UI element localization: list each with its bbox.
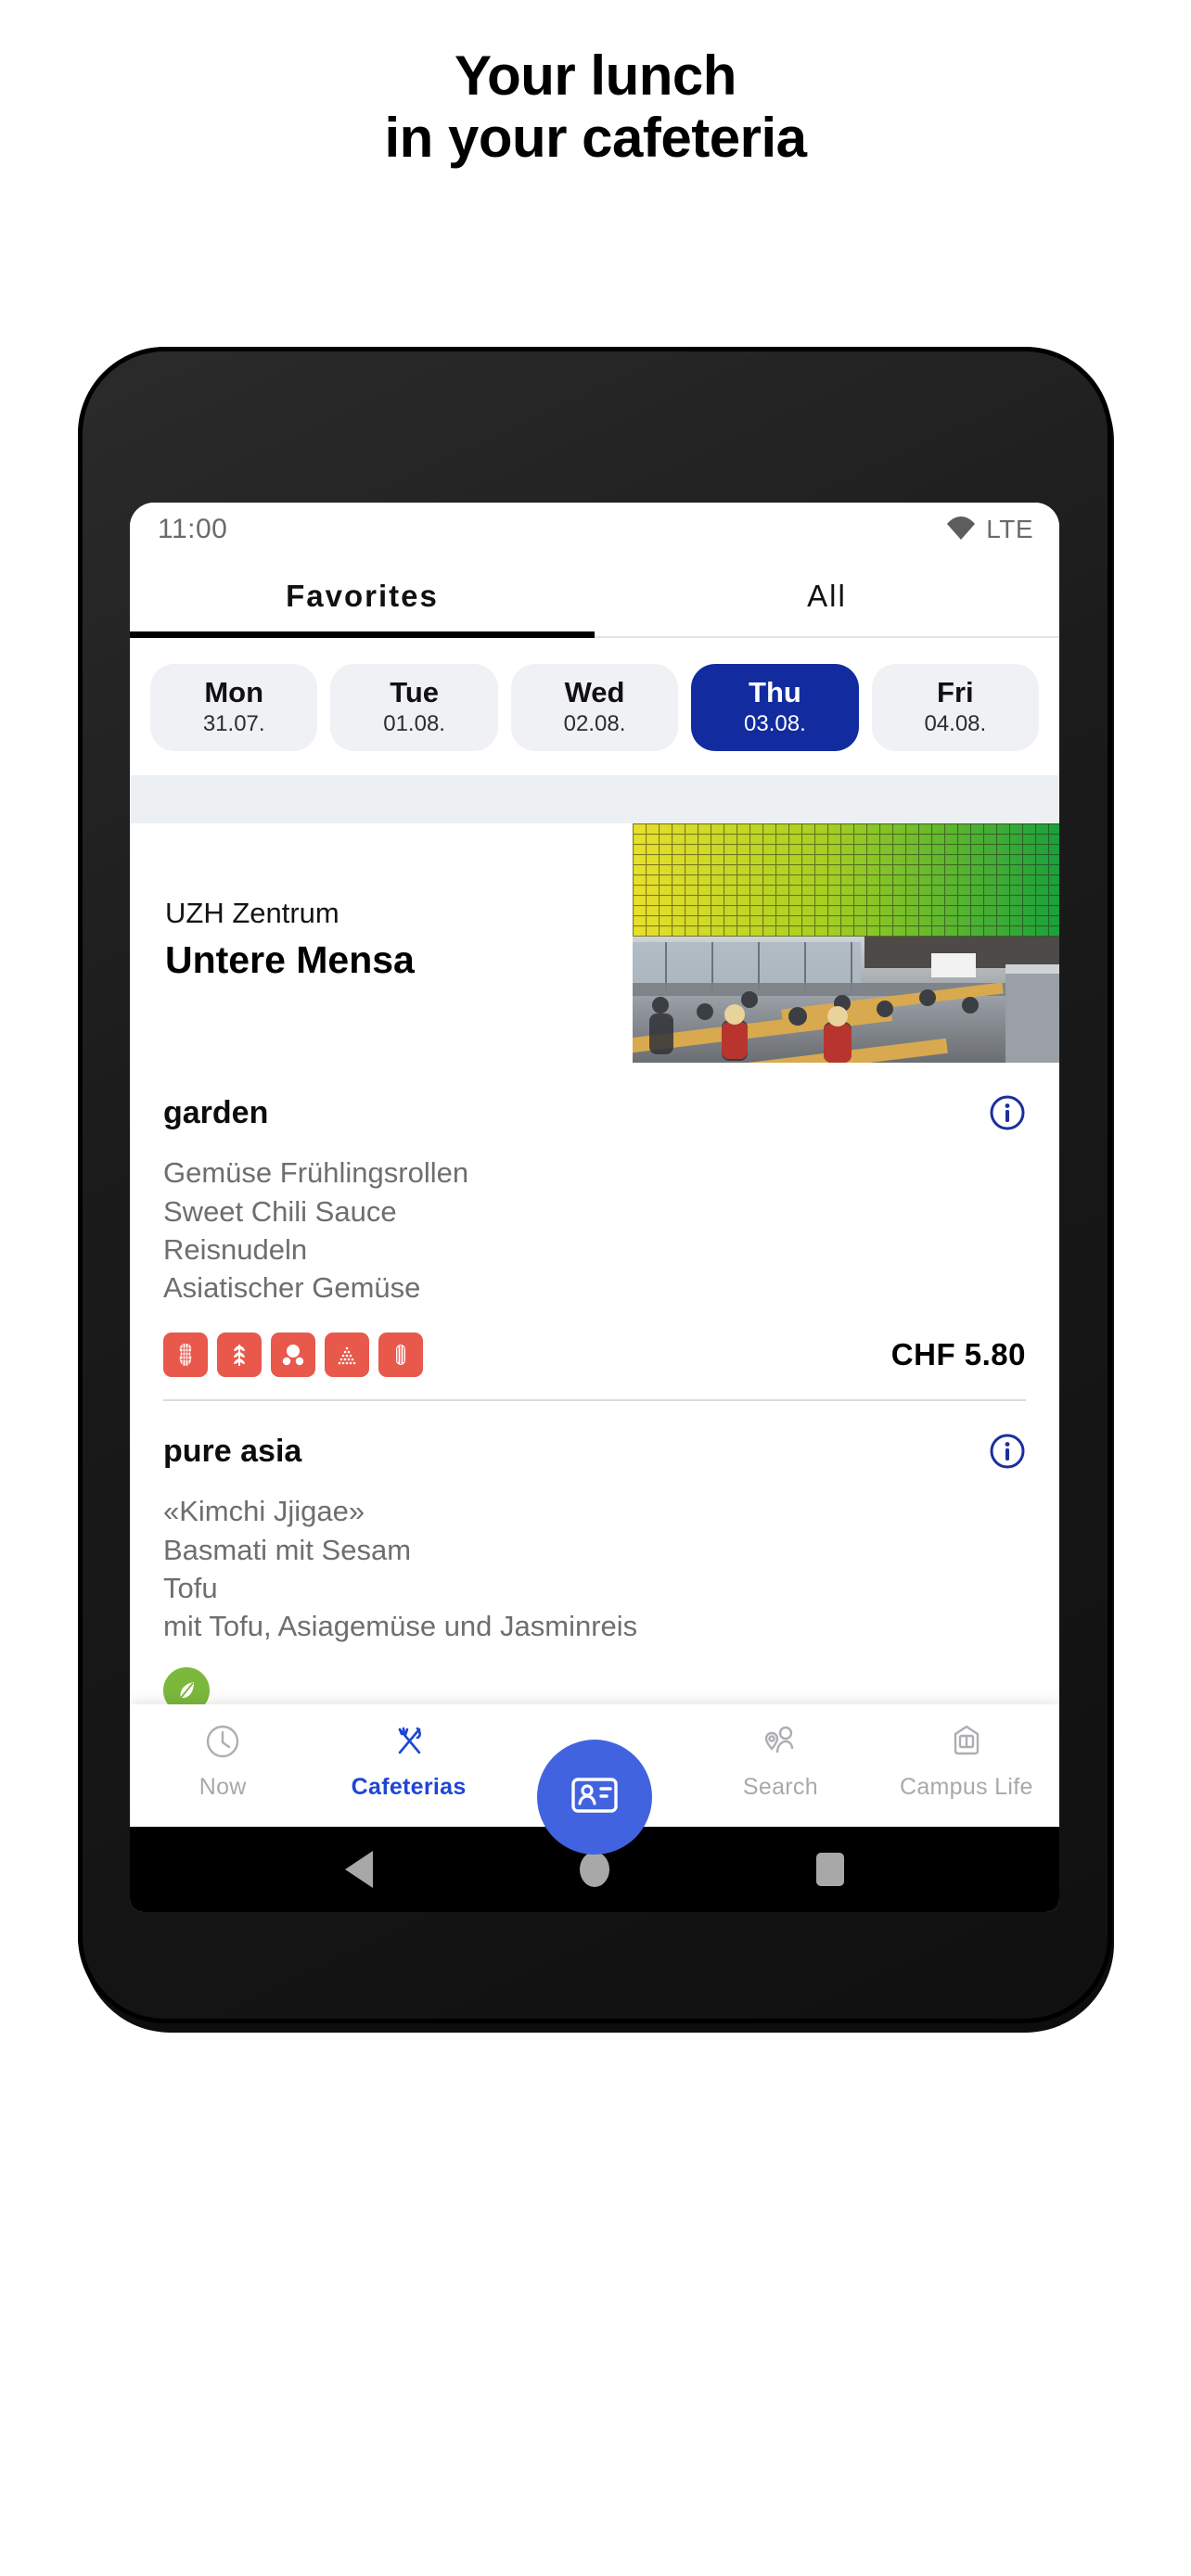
menu-footer-garden: CHF 5.80	[163, 1333, 1026, 1378]
nav-label-search: Search	[742, 1774, 818, 1800]
info-icon[interactable]	[989, 1433, 1026, 1470]
celery-icon[interactable]	[378, 1333, 423, 1378]
gluten-icon[interactable]	[217, 1333, 262, 1378]
menu-line: Reisnudeln	[163, 1232, 308, 1266]
peanut-icon[interactable]	[163, 1333, 208, 1378]
day-selector: Mon 31.07. Tue 01.08. Wed 02.08. Thu 03.…	[130, 638, 1059, 776]
day-chip-tue-name: Tue	[390, 676, 440, 708]
book-icon	[946, 1721, 987, 1766]
tab-all-label: All	[807, 579, 847, 613]
day-chip-mon[interactable]: Mon 31.07.	[150, 664, 318, 752]
day-chip-tue-date: 01.08.	[383, 711, 445, 737]
menu-list: garden Gemüse Frühlingsrollen Sweet Chil…	[130, 1063, 1059, 1796]
day-chip-thu-name: Thu	[749, 676, 801, 708]
day-chip-wed[interactable]: Wed 02.08.	[510, 664, 679, 752]
phone-device-mockup: 11:00 LTE Favorites All Mon 31.07. Tue 0…	[58, 343, 1133, 2049]
recents-square-icon[interactable]	[816, 1853, 845, 1886]
status-bar-right: LTE	[945, 514, 1033, 546]
day-chip-wed-date: 02.08.	[563, 711, 626, 737]
nav-label-now: Now	[198, 1774, 247, 1800]
phone-screen: 11:00 LTE Favorites All Mon 31.07. Tue 0…	[130, 503, 1059, 1912]
menu-lines-pure-asia: «Kimchi Jjigae» Basmati mit Sesam Tofu m…	[163, 1492, 1026, 1645]
tab-favorites[interactable]: Favorites	[130, 556, 595, 638]
menu-line: Sweet Chili Sauce	[163, 1194, 397, 1228]
clock-icon	[202, 1721, 243, 1766]
day-chip-wed-name: Wed	[564, 676, 625, 708]
nav-item-campus-life[interactable]: Campus Life	[874, 1721, 1059, 1801]
menu-line: Basmati mit Sesam	[163, 1533, 412, 1566]
cafeteria-card[interactable]: UZH Zentrum Untere Mensa	[130, 823, 1059, 1064]
status-bar: 11:00 LTE	[130, 503, 1059, 556]
menu-line: «Kimchi Jjigae»	[163, 1495, 365, 1528]
menu-price-garden: CHF 5.80	[890, 1337, 1026, 1372]
day-chip-fri-date: 04.08.	[924, 711, 987, 737]
id-card-icon	[566, 1766, 623, 1829]
menu-line: mit Tofu, Asiagemüse und Jasminreis	[163, 1610, 638, 1643]
tab-favorites-label: Favorites	[286, 579, 439, 613]
status-bar-network: LTE	[986, 515, 1033, 543]
menu-line: Gemüse Frühlingsrollen	[163, 1156, 469, 1190]
menu-header-pure-asia: pure asia	[163, 1433, 1026, 1470]
wifi-icon	[945, 514, 977, 546]
promo-heading-line-2: in your cafeteria	[384, 107, 807, 170]
menu-line: Tofu	[163, 1571, 218, 1604]
id-card-fab-button[interactable]	[537, 1740, 652, 1855]
home-circle-icon[interactable]	[579, 1852, 609, 1887]
cutlery-icon	[389, 1721, 429, 1766]
day-chip-fri[interactable]: Fri 04.08.	[871, 664, 1040, 752]
person-location-icon	[760, 1721, 800, 1766]
day-chip-thu[interactable]: Thu 03.08.	[691, 664, 859, 752]
nav-label-cafeterias: Cafeterias	[351, 1774, 467, 1800]
menu-block-garden: garden Gemüse Frühlingsrollen Sweet Chil…	[163, 1063, 1026, 1399]
day-chip-thu-date: 03.08.	[744, 711, 806, 737]
promo-heading: Your lunch in your cafeteria	[0, 0, 1191, 169]
tab-all[interactable]: All	[595, 556, 1059, 636]
promo-heading-line-1: Your lunch	[455, 45, 736, 107]
status-bar-time: 11:00	[158, 514, 228, 544]
nav-item-cafeterias[interactable]: Cafeterias	[315, 1721, 501, 1801]
sesame-icon[interactable]	[325, 1333, 369, 1378]
allergen-list	[163, 1333, 423, 1378]
day-chip-mon-date: 31.07.	[202, 711, 265, 737]
nav-item-now[interactable]: Now	[130, 1721, 315, 1801]
back-triangle-icon[interactable]	[344, 1851, 373, 1888]
menu-title-garden: garden	[163, 1094, 269, 1130]
cafeteria-photo	[633, 823, 1059, 1064]
cafeteria-card-text: UZH Zentrum Untere Mensa	[165, 896, 415, 983]
menu-title-pure-asia: pure asia	[163, 1433, 302, 1469]
top-tab-bar: Favorites All	[130, 556, 1059, 638]
nav-item-search[interactable]: Search	[687, 1721, 873, 1801]
menu-line: Asiatischer Gemüse	[163, 1271, 421, 1305]
cafeteria-campus: UZH Zentrum	[165, 897, 339, 930]
day-chip-mon-name: Mon	[204, 676, 264, 708]
menu-header-garden: garden	[163, 1094, 1026, 1131]
nuts-icon[interactable]	[271, 1333, 315, 1378]
info-icon[interactable]	[989, 1094, 1026, 1131]
day-chip-fri-name: Fri	[937, 676, 974, 708]
nav-label-campus-life: Campus Life	[900, 1774, 1033, 1800]
day-chip-tue[interactable]: Tue 01.08.	[330, 664, 498, 752]
cafeteria-name: Untere Mensa	[165, 938, 415, 982]
menu-lines-garden: Gemüse Frühlingsrollen Sweet Chili Sauce…	[163, 1154, 1026, 1307]
section-spacer	[130, 775, 1059, 824]
